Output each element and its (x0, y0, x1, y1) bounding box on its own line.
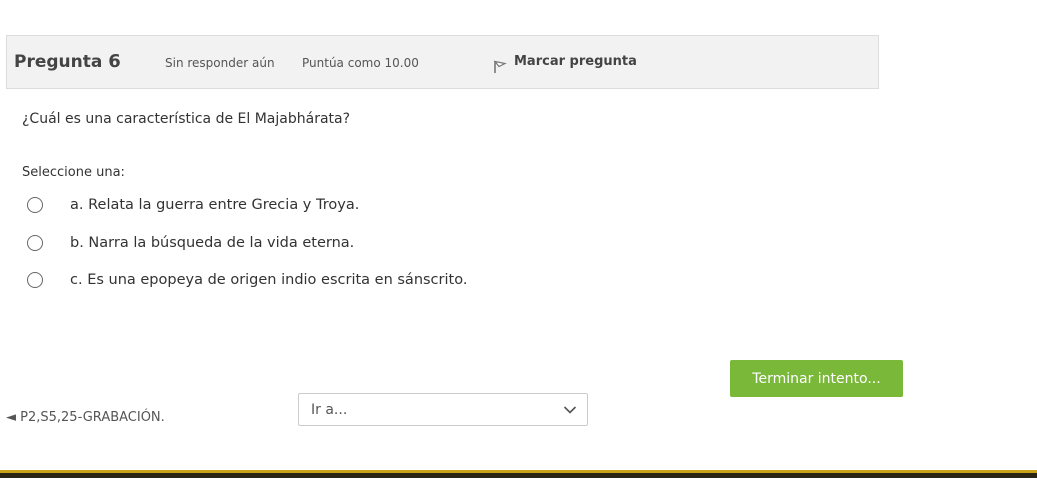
footer-bar (0, 470, 1037, 478)
question-state: Sin responder aún (165, 56, 275, 70)
answer-option-b[interactable]: b. Narra la búsqueda de la vida eterna. (27, 235, 354, 251)
answer-option-label: c. Es una epopeya de origen indio escrit… (70, 272, 468, 288)
question-grade: Puntúa como 10.00 (302, 56, 419, 70)
answer-prompt: Seleccione una: (22, 165, 125, 180)
chevron-down-icon (563, 405, 577, 414)
answer-option-label: a. Relata la guerra entre Grecia y Troya… (70, 197, 360, 213)
answer-option-a[interactable]: a. Relata la guerra entre Grecia y Troya… (27, 197, 359, 213)
flag-icon (493, 60, 507, 73)
jump-to-selected-value: Ir a... (311, 401, 348, 418)
flag-question-label: Marcar pregunta (514, 54, 637, 69)
answer-option-c[interactable]: c. Es una epopeya de origen indio escrit… (27, 272, 467, 288)
question-info-header: Pregunta 6 Sin responder aún Puntúa como… (6, 35, 879, 89)
jump-to-select[interactable]: Ir a... (298, 393, 588, 426)
flag-question-button[interactable]: Marcar pregunta (493, 54, 637, 74)
question-label: Pregunta (14, 52, 103, 72)
question-title: Pregunta 6 (14, 51, 121, 72)
radio-button-c[interactable] (27, 272, 43, 288)
question-number: 6 (108, 51, 121, 72)
footer-accent-stripe (0, 470, 1037, 473)
previous-activity-link[interactable]: ◄ P2,S5,25-GRABACIÓN. (6, 410, 165, 425)
answer-option-label: b. Narra la búsqueda de la vida eterna. (70, 235, 355, 251)
finish-attempt-button[interactable]: Terminar intento... (730, 360, 903, 397)
radio-button-a[interactable] (27, 197, 43, 213)
question-text: ¿Cuál es una característica de El Majabh… (22, 111, 351, 127)
radio-button-b[interactable] (27, 235, 43, 251)
